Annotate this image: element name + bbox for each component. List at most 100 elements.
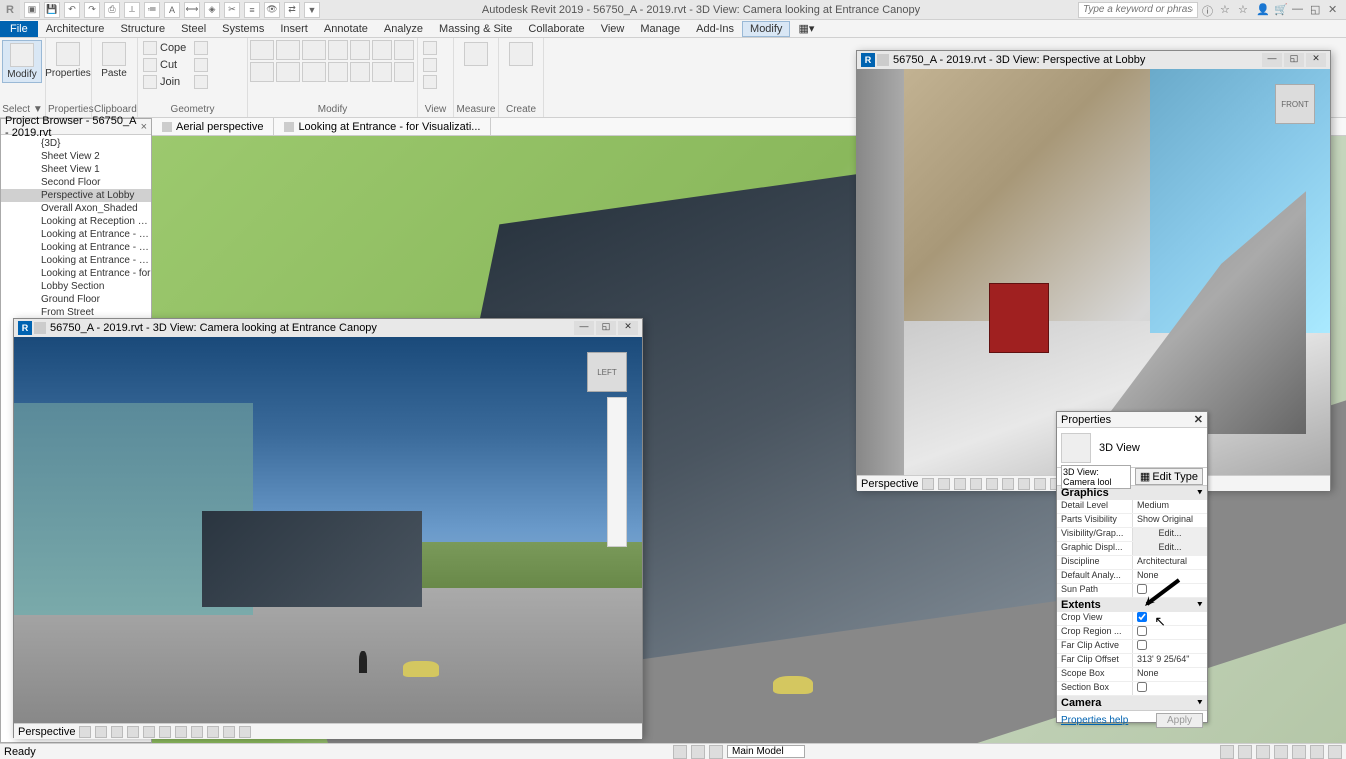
prop-group-camera[interactable]: Camera⯆ [1057, 696, 1207, 710]
tree-item-sheet1[interactable]: Sheet View 1 [1, 163, 151, 176]
prop-row-section-box[interactable]: Section Box [1057, 682, 1207, 696]
info-center-icon[interactable]: ⓘ [1202, 3, 1216, 17]
sun-icon[interactable] [95, 726, 107, 738]
floating2-close-icon[interactable]: ✕ [1306, 53, 1326, 67]
select-pinned-icon[interactable] [1256, 745, 1270, 759]
prop-row-visibility-graphics[interactable]: Visibility/Grap...Edit... [1057, 528, 1207, 542]
prop-row-crop-view[interactable]: Crop View [1057, 612, 1207, 626]
menu-panel-toggle-icon[interactable]: ▦▾ [790, 20, 822, 37]
menu-analyze[interactable]: Analyze [376, 21, 431, 37]
tree-item-3d[interactable]: {3D} [1, 137, 151, 150]
menu-annotate[interactable]: Annotate [316, 21, 376, 37]
constraints-icon[interactable] [239, 726, 251, 738]
prop-row-graphic-display[interactable]: Graphic Displ...Edit... [1057, 542, 1207, 556]
main-model-dropdown[interactable]: Main Model [727, 745, 805, 758]
prop-group-extents[interactable]: Extents⯆ [1057, 598, 1207, 612]
qat-close-hidden-icon[interactable]: 👁 [264, 2, 280, 18]
menu-add-ins[interactable]: Add-Ins [688, 21, 742, 37]
properties-button[interactable]: Properties [48, 40, 88, 81]
select-underlay-icon[interactable] [1238, 745, 1252, 759]
qat-thin-lines-icon[interactable]: ≡ [244, 2, 260, 18]
temp-hide-icon[interactable] [1034, 478, 1046, 490]
view-tool3[interactable] [420, 74, 440, 90]
menu-massing-site[interactable]: Massing & Site [431, 21, 520, 37]
qat-align-icon[interactable]: ≔ [144, 2, 160, 18]
prop-row-crop-region[interactable]: Crop Region ... [1057, 626, 1207, 640]
move-icon[interactable] [250, 62, 274, 82]
menu-modify[interactable]: Modify [742, 21, 790, 37]
render-icon[interactable] [970, 478, 982, 490]
shadow-icon[interactable] [111, 726, 123, 738]
window-restore-icon[interactable]: ◱ [1310, 3, 1324, 17]
search-input[interactable] [1078, 2, 1198, 18]
project-browser-close-icon[interactable]: × [141, 121, 147, 133]
prop-row-scope-box[interactable]: Scope BoxNone [1057, 668, 1207, 682]
navigation-bar[interactable] [607, 397, 627, 547]
reveal-icon[interactable] [175, 726, 187, 738]
prop-row-sun-path[interactable]: Sun Path [1057, 584, 1207, 598]
prop-row-far-clip-active[interactable]: Far Clip Active [1057, 640, 1207, 654]
properties-help-link[interactable]: Properties help [1061, 715, 1128, 726]
view-tab-aerial[interactable]: Aerial perspective [152, 118, 274, 135]
worksharing-icon[interactable] [207, 726, 219, 738]
menu-architecture[interactable]: Architecture [38, 21, 113, 37]
group-icon[interactable] [394, 62, 414, 82]
background-icon[interactable] [1328, 745, 1342, 759]
editable-icon[interactable] [691, 745, 705, 759]
crop-icon[interactable] [143, 726, 155, 738]
geom-tool2[interactable] [191, 57, 211, 73]
prop-row-detail-level[interactable]: Detail LevelMedium [1057, 500, 1207, 514]
qat-tag-icon[interactable]: ◈ [204, 2, 220, 18]
floating1-titlebar[interactable]: R 56750_A - 2019.rvt - 3D View: Camera l… [14, 319, 642, 337]
mirror-icon[interactable] [302, 40, 326, 60]
offset-icon[interactable] [276, 40, 300, 60]
scale-icon[interactable] [394, 40, 414, 60]
design-options-icon[interactable] [709, 745, 723, 759]
apply-button[interactable]: Apply [1156, 713, 1203, 728]
array-icon[interactable] [372, 40, 392, 60]
measure-button[interactable] [456, 40, 496, 68]
hide-icon[interactable] [1002, 478, 1014, 490]
window-close-icon[interactable]: ✕ [1328, 3, 1342, 17]
tree-item-axon[interactable]: Overall Axon_Shaded [1, 202, 151, 215]
prop-row-far-clip-offset[interactable]: Far Clip Offset313' 9 25/64" [1057, 654, 1207, 668]
cut-button[interactable]: Cut [140, 57, 189, 73]
tree-item-entrance-for[interactable]: Looking at Entrance - for [1, 267, 151, 280]
temp-hide-icon[interactable] [191, 726, 203, 738]
menu-insert[interactable]: Insert [272, 21, 316, 37]
window-minimize-icon[interactable]: — [1292, 3, 1306, 17]
floating1-viewport[interactable]: LEFT [14, 337, 642, 723]
geom-tool1[interactable] [191, 40, 211, 56]
prop-row-parts-visibility[interactable]: Parts VisibilityShow Original [1057, 514, 1207, 528]
view-tool1[interactable] [420, 40, 440, 56]
unpin-icon[interactable] [350, 62, 370, 82]
split-icon[interactable] [350, 40, 370, 60]
properties-category-row[interactable]: 3D View [1057, 428, 1207, 468]
expand-icon[interactable]: ⯆ [1197, 698, 1203, 708]
star-icon[interactable]: ☆ [1220, 3, 1234, 17]
qat-dimension-icon[interactable]: ⟷ [184, 2, 200, 18]
floating2-maximize-icon[interactable]: ◱ [1284, 53, 1304, 67]
paste-button[interactable]: Paste [94, 40, 134, 81]
qat-redo-icon[interactable]: ↷ [84, 2, 100, 18]
qat-dropdown-icon[interactable]: ▼ [304, 2, 320, 18]
far-clip-active-checkbox[interactable] [1137, 640, 1147, 650]
edit-type-button[interactable]: ▦Edit Type [1135, 468, 1203, 485]
expand-icon[interactable]: ⯆ [1197, 488, 1203, 498]
tree-item-perspective-lobby[interactable]: Perspective at Lobby [1, 189, 151, 202]
section-box-checkbox[interactable] [1137, 682, 1147, 692]
cart-icon[interactable]: 🛒 [1274, 3, 1288, 17]
delete-icon[interactable] [372, 62, 392, 82]
drag-icon[interactable] [1292, 745, 1306, 759]
qat-measure-icon[interactable]: ⟂ [124, 2, 140, 18]
tree-item-entrance-sha1[interactable]: Looking at Entrance - Sha [1, 228, 151, 241]
tree-item-lobby-section[interactable]: Lobby Section [1, 280, 151, 293]
qat-print-icon[interactable]: ⎙ [104, 2, 120, 18]
qat-switch-icon[interactable]: ⇄ [284, 2, 300, 18]
qat-open-icon[interactable]: ▣ [24, 2, 40, 18]
tree-item-entrance-hid[interactable]: Looking at Entrance - Hid [1, 254, 151, 267]
qat-save-icon[interactable]: 💾 [44, 2, 60, 18]
visual-style-icon[interactable] [922, 478, 934, 490]
type-selector-dropdown[interactable]: 3D View: Camera lool [1061, 465, 1131, 489]
prop-group-graphics[interactable]: Graphics⯆ [1057, 486, 1207, 500]
